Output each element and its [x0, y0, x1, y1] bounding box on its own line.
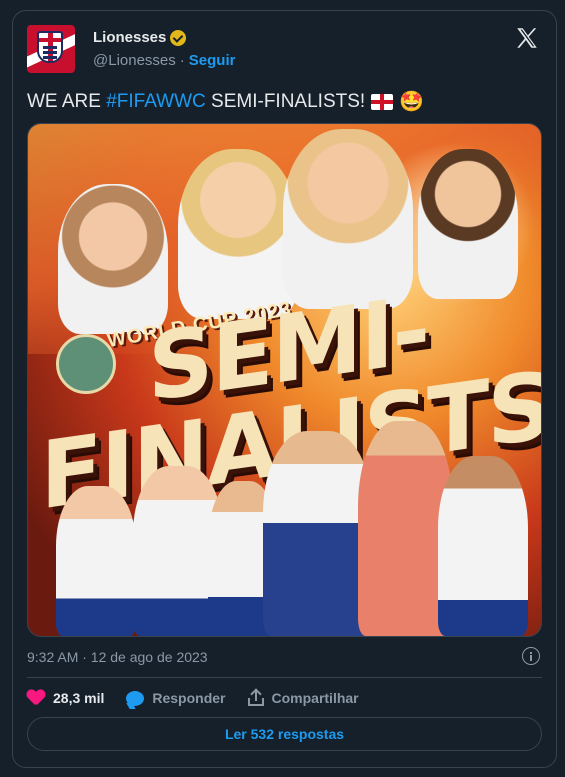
hashtag-link[interactable]: #FIFAWWC: [106, 91, 206, 112]
read-replies-button[interactable]: Ler 532 respostas: [27, 717, 542, 751]
share-icon: [247, 688, 264, 706]
author-handle[interactable]: @Lionesses: [93, 52, 176, 69]
tweet-header: Lionesses @Lionesses · Seguir: [27, 25, 542, 75]
info-icon[interactable]: [522, 647, 540, 665]
tweet-card: Lionesses @Lionesses · Seguir WE ARE #FI…: [12, 10, 557, 768]
tweet-text-suffix: SEMI-FINALISTS!: [205, 90, 366, 112]
tweet-actions: 28,3 mil Responder Compartilhar: [27, 685, 359, 711]
reply-bubble-icon: [126, 690, 145, 706]
verified-badge-icon[interactable]: [170, 29, 187, 46]
share-label: Compartilhar: [271, 690, 359, 706]
separator: ·: [179, 52, 185, 69]
avatar[interactable]: [27, 25, 75, 73]
tweet-text: WE ARE #FIFAWWC SEMI-FINALISTS! 🤩: [27, 89, 424, 114]
tweet-timestamp[interactable]: 9:32 AM · 12 de ago de 2023: [27, 649, 208, 665]
share-button[interactable]: Compartilhar: [247, 688, 359, 706]
reply-label: Responder: [152, 690, 226, 706]
author-name-row: Lionesses: [93, 29, 187, 46]
author-name[interactable]: Lionesses: [93, 29, 166, 46]
star-struck-emoji-icon: 🤩: [399, 91, 425, 113]
tweet-text-prefix: WE ARE: [27, 90, 107, 112]
divider: [27, 677, 542, 678]
england-crest-icon: [37, 31, 63, 63]
author-handle-row: @Lionesses · Seguir: [93, 52, 235, 69]
heart-icon: [27, 690, 45, 706]
x-logo-icon[interactable]: [514, 25, 540, 51]
player-illustration: [178, 149, 298, 319]
follow-button[interactable]: Seguir: [189, 52, 236, 69]
like-count: 28,3 mil: [53, 690, 105, 706]
like-button[interactable]: 28,3 mil: [27, 690, 104, 706]
player-illustration: [58, 184, 168, 334]
tweet-media-image[interactable]: WORLD CUP 2023 SEMI-FINALISTS: [27, 123, 542, 637]
team-celebration-illustration: [28, 406, 541, 636]
reply-button[interactable]: Responder: [126, 690, 226, 706]
england-flag-icon: [371, 93, 394, 110]
